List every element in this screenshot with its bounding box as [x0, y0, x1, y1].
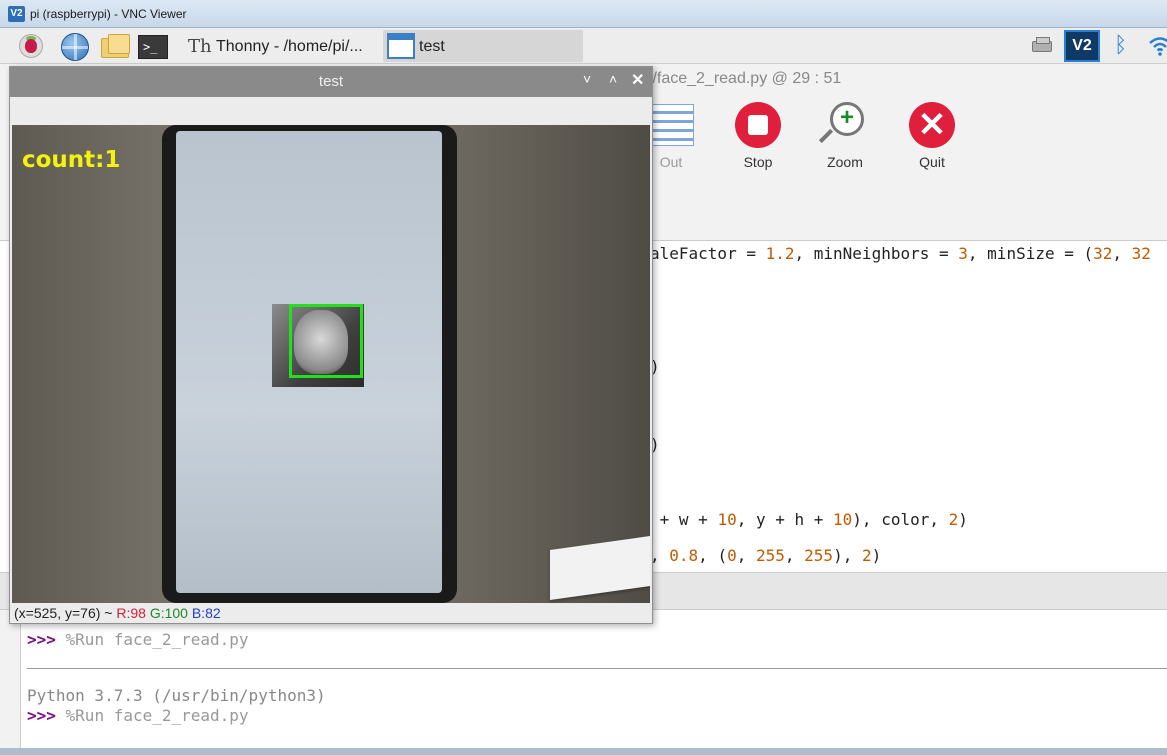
zoom-label: Zoom: [827, 154, 863, 170]
stop-label: Stop: [743, 154, 773, 170]
shell-line: Python 3.7.3 (/usr/bin/python3): [27, 686, 326, 705]
quit-label: Quit: [919, 154, 945, 170]
terminal-icon[interactable]: >_: [138, 32, 168, 60]
stop-icon: [735, 102, 781, 148]
taskbar-test-label: test: [419, 38, 445, 55]
zoom-icon: [830, 102, 864, 136]
raspberry-pi-taskbar: >_ Th Thonny - /home/pi/... test V2 ᛒ: [0, 28, 1167, 64]
close-icon[interactable]: ✕: [631, 70, 644, 90]
minimize-icon[interactable]: ˅: [583, 71, 591, 87]
raspberry-pi-menu-icon[interactable]: [16, 32, 46, 60]
face-detection-box: [289, 304, 363, 378]
zoom-button[interactable]: Zoom: [810, 102, 880, 172]
maximize-icon[interactable]: ˄: [609, 71, 617, 87]
thonny-title: ct/face_2_read.py @ 29 : 51: [640, 70, 842, 87]
file-manager-folder-icon[interactable]: [100, 32, 130, 60]
vnc-viewer-title-bar: V2 pi (raspberrypi) - VNC Viewer: [0, 0, 1167, 28]
wifi-icon[interactable]: [1148, 34, 1167, 58]
vnc-bottom-edge: [0, 748, 1167, 755]
shell-line: >>> %Run face_2_read.py: [27, 630, 249, 649]
vnc-window-title: pi (raspberrypi) - VNC Viewer: [30, 7, 187, 21]
remote-desktop: >_ Th Thonny - /home/pi/... test V2 ᛒ ct…: [0, 28, 1167, 755]
vnc-logo-icon: V2: [8, 6, 25, 22]
stop-button[interactable]: Stop: [723, 102, 793, 172]
code-line: , 0.8, (0, 255, 255), 2): [650, 546, 882, 565]
vnc-icon[interactable]: V2: [1064, 30, 1100, 62]
python-shell[interactable]: >>> %Run face_2_read.py Python 3.7.3 (/u…: [20, 610, 1167, 755]
quit-icon: ✕: [909, 102, 955, 148]
taskbar-thonny-label: Thonny - /home/pi/...: [216, 38, 363, 55]
thonny-icon: Th: [188, 36, 212, 57]
terminal-glyph: >_: [138, 35, 168, 59]
test-window-title-bar[interactable]: test ˅ ˄ ✕: [10, 67, 652, 97]
shell-line: >>> %Run face_2_read.py: [27, 706, 249, 725]
web-browser-globe-icon[interactable]: [60, 32, 90, 61]
test-window: test ˅ ˄ ✕ count:1 (x=525, y=76) ~ R:98 …: [9, 66, 653, 624]
code-line: aleFactor = 1.2, minNeighbors = 3, minSi…: [650, 244, 1151, 263]
code-line: + w + 10, y + h + 10), color, 2): [650, 510, 968, 529]
bluetooth-icon[interactable]: ᛒ: [1114, 32, 1127, 58]
printer-icon[interactable]: [1030, 36, 1054, 54]
window-icon: [387, 33, 415, 59]
pixel-status-bar: (x=525, y=76) ~ R:98 G:100 B:82: [12, 603, 650, 623]
test-window-title: test: [318, 73, 344, 90]
taskbar-test-button[interactable]: test: [383, 30, 583, 62]
face-count-overlay: count:1: [22, 147, 121, 173]
out-icon: [650, 104, 694, 146]
camera-frame: count:1: [12, 125, 650, 603]
taskbar-thonny-button[interactable]: Th Thonny - /home/pi/...: [184, 30, 380, 62]
quit-button[interactable]: ✕ Quit: [897, 102, 967, 172]
